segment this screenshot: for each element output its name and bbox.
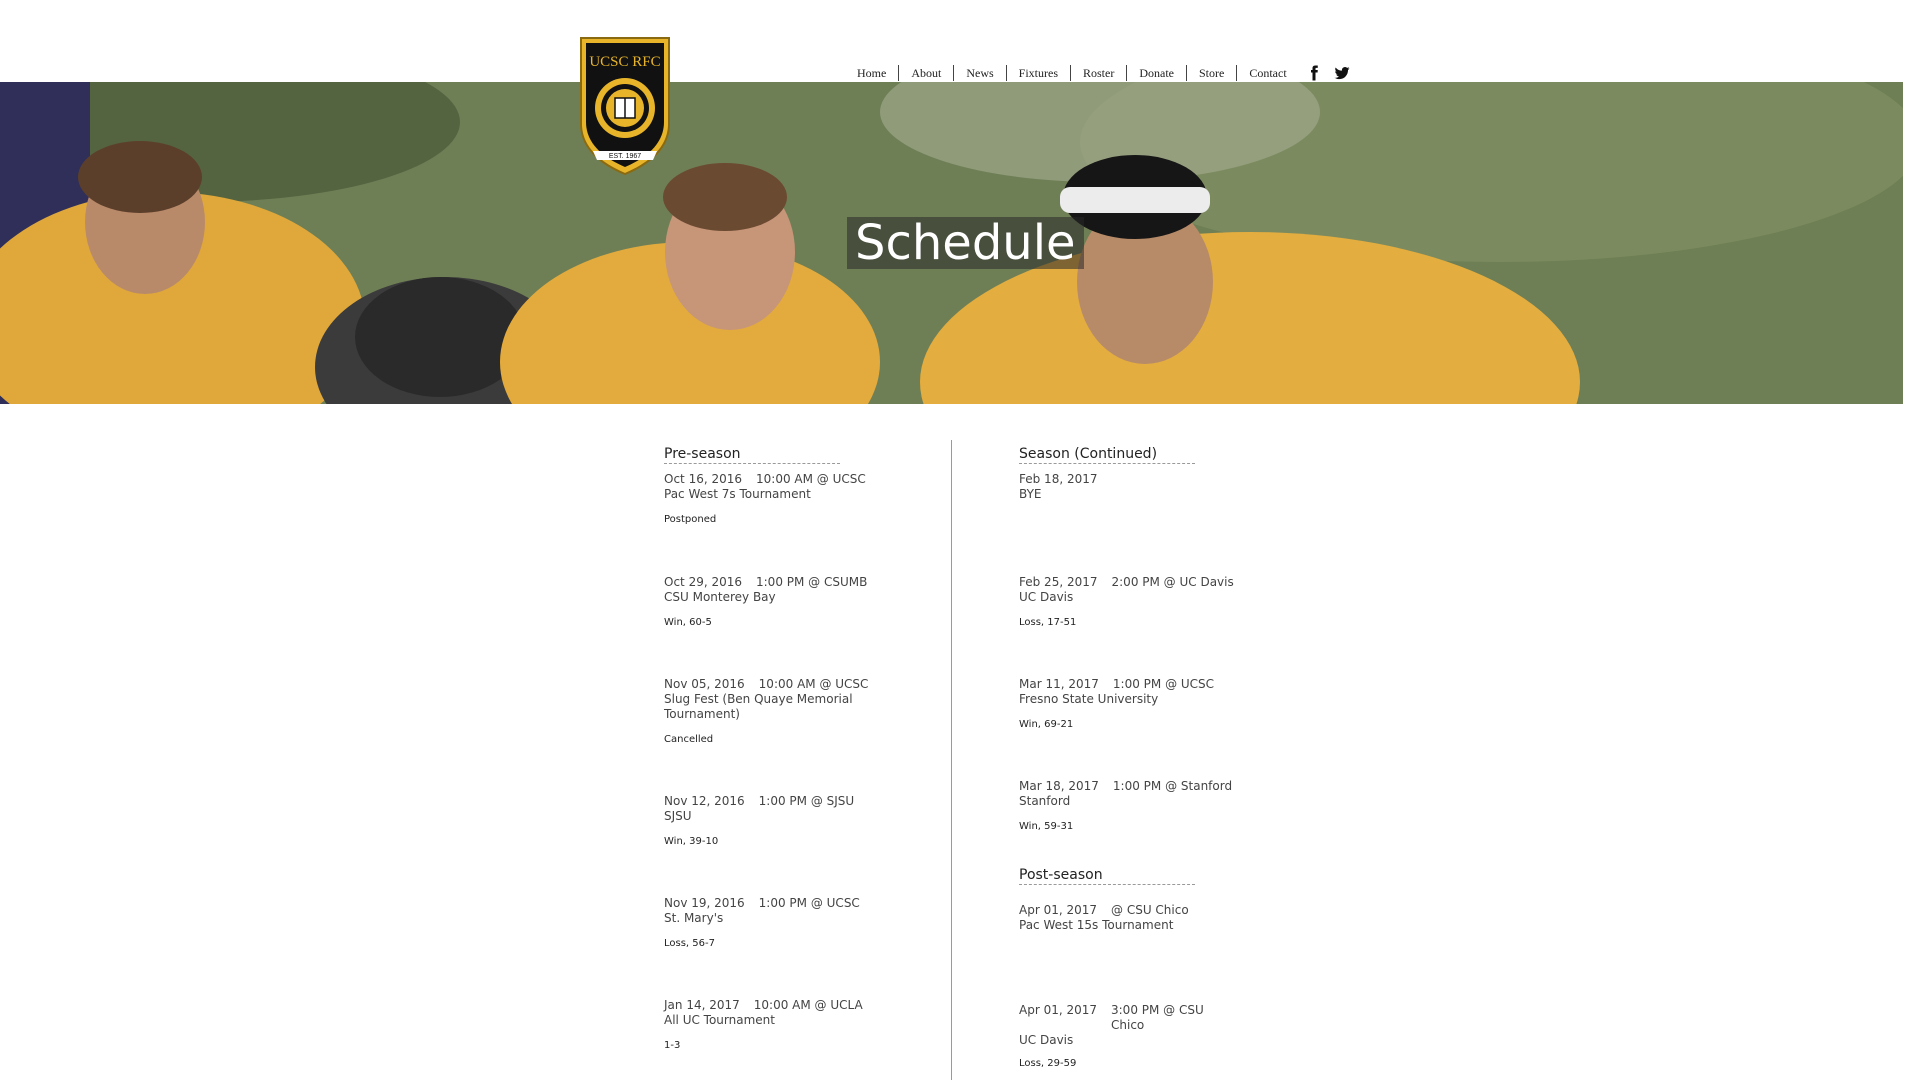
match-opponent: St. Mary's bbox=[664, 911, 724, 925]
nav-store[interactable]: Store bbox=[1187, 65, 1238, 81]
match-time-venue: 10:00 AM @ UCSC bbox=[758, 677, 869, 691]
site-header: Home About News Fixtures Roster Donate S… bbox=[0, 0, 1903, 82]
match-result: Win, 59-31 bbox=[1019, 821, 1074, 832]
match-opponent: Stanford bbox=[1019, 794, 1071, 808]
match-result: Win, 60-5 bbox=[664, 617, 712, 628]
match-opponent: All UC Tournament bbox=[664, 1013, 775, 1027]
match-result: 1-3 bbox=[664, 1040, 681, 1051]
match-time-venue: 10:00 AM @ UCLA bbox=[753, 998, 863, 1012]
match-opponent: Pac West 15s Tournament bbox=[1019, 918, 1174, 932]
match-opponent: Slug Fest (Ben Quaye Memorial Tournament… bbox=[664, 692, 853, 721]
match-time-venue: 1:00 PM @ Stanford bbox=[1112, 779, 1233, 793]
match-opponent: CSU Monterey Bay bbox=[664, 590, 776, 604]
page-title: Schedule bbox=[847, 217, 1084, 269]
match-time-venue: 1:00 PM @ SJSU bbox=[758, 794, 855, 808]
match-date: Nov 19, 2016 bbox=[664, 896, 745, 910]
nav-contact[interactable]: Contact bbox=[1237, 65, 1298, 81]
twitter-icon[interactable] bbox=[1333, 64, 1351, 82]
match-result: Win, 39-10 bbox=[664, 836, 719, 847]
club-crest-logo[interactable]: UCSC RFC EST. 1967 bbox=[579, 36, 671, 176]
match-time-venue: @ CSU Chico bbox=[1111, 903, 1189, 917]
match-date: Feb 25, 2017 bbox=[1019, 575, 1098, 589]
match-date: Apr 01, 2017 bbox=[1019, 1003, 1098, 1017]
match-result: Loss, 56-7 bbox=[664, 938, 715, 949]
match-date: Jan 14, 2017 bbox=[664, 998, 740, 1012]
crest-title: UCSC RFC bbox=[589, 54, 660, 70]
match-date: Mar 18, 2017 bbox=[1019, 779, 1099, 793]
match-time-venue: 10:00 AM @ UCSC bbox=[756, 472, 866, 486]
match-item: Oct 29, 2016 1:00 PM @ CSUMB CSU Monterey… bbox=[664, 575, 904, 677]
match-opponent: SJSU bbox=[664, 809, 692, 823]
match-item: Feb 18, 2017 BYE bbox=[1019, 472, 1259, 575]
match-result: Loss, 29-59 bbox=[1019, 1058, 1077, 1069]
match-result: Win, 69-21 bbox=[1019, 719, 1074, 730]
match-item: Jan 14, 2017 10:00 AM @ UCLA All UC Tourn… bbox=[664, 998, 904, 1053]
match-item: Nov 19, 2016 1:00 PM @ UCSC St. Mary's Lo… bbox=[664, 896, 904, 998]
match-item: Apr 01, 2017 @ CSU Chico Pac West 15s Tou… bbox=[1019, 903, 1259, 1003]
match-time-venue: 1:00 PM @ CSUMB bbox=[756, 575, 868, 589]
match-date: Nov 05, 2016 bbox=[664, 677, 745, 691]
nav-roster[interactable]: Roster bbox=[1071, 65, 1128, 81]
match-opponent: Fresno State University bbox=[1019, 692, 1159, 706]
match-item: Apr 01, 2017 3:00 PM @ CSU Chico UC Davis… bbox=[1019, 1003, 1259, 1071]
match-opponent: UC Davis bbox=[1019, 1033, 1074, 1047]
schedule-column-right: Season (Continued) Feb 18, 2017 BYE Feb … bbox=[1019, 446, 1259, 1071]
match-opponent: UC Davis bbox=[1019, 590, 1074, 604]
match-time-venue: 3:00 PM @ CSU Chico bbox=[1111, 1003, 1204, 1032]
match-date: Oct 29, 2016 bbox=[664, 575, 742, 589]
match-opponent: BYE bbox=[1019, 487, 1042, 501]
hero-banner: Schedule bbox=[0, 82, 1903, 404]
nav-news[interactable]: News bbox=[954, 65, 1007, 81]
facebook-icon[interactable] bbox=[1305, 64, 1323, 82]
match-date: Nov 12, 2016 bbox=[664, 794, 745, 808]
match-time-venue: 1:00 PM @ UCSC bbox=[758, 896, 860, 910]
section-heading-preseason: Pre-season bbox=[664, 446, 840, 464]
column-divider bbox=[951, 440, 952, 1080]
match-opponent: Pac West 7s Tournament bbox=[664, 487, 811, 501]
match-item: Mar 18, 2017 1:00 PM @ Stanford Stanford … bbox=[1019, 779, 1259, 867]
main-nav: Home About News Fixtures Roster Donate S… bbox=[845, 64, 1351, 82]
social-links bbox=[1305, 64, 1351, 82]
match-time-venue: 1:00 PM @ UCSC bbox=[1112, 677, 1215, 691]
section-heading-season-continued: Season (Continued) bbox=[1019, 446, 1195, 464]
section-heading-postseason: Post-season bbox=[1019, 867, 1195, 885]
match-result: Loss, 17-51 bbox=[1019, 617, 1077, 628]
nav-about[interactable]: About bbox=[899, 65, 955, 81]
match-result: Cancelled bbox=[664, 734, 714, 745]
nav-donate[interactable]: Donate bbox=[1127, 65, 1187, 81]
match-date: Feb 18, 2017 bbox=[1019, 472, 1098, 486]
match-date: Oct 16, 2016 bbox=[664, 472, 742, 486]
match-date: Apr 01, 2017 bbox=[1019, 903, 1098, 917]
match-date: Mar 11, 2017 bbox=[1019, 677, 1099, 691]
nav-home[interactable]: Home bbox=[845, 65, 900, 81]
match-item: Mar 11, 2017 1:00 PM @ UCSC Fresno State … bbox=[1019, 677, 1259, 779]
match-item: Feb 25, 2017 2:00 PM @ UC Davis UC Davis … bbox=[1019, 575, 1259, 677]
match-result: Postponed bbox=[664, 514, 717, 525]
match-item: Oct 16, 2016 10:00 AM @ UCSC Pac West 7s … bbox=[664, 472, 904, 575]
nav-fixtures[interactable]: Fixtures bbox=[1007, 65, 1071, 81]
crest-established: EST. 1967 bbox=[609, 153, 641, 160]
match-item: Nov 05, 2016 10:00 AM @ UCSC Slug Fest (B… bbox=[664, 677, 904, 794]
schedule-column-left: Pre-season Oct 16, 2016 10:00 AM @ UCSC P… bbox=[664, 446, 904, 1053]
match-time-venue: 2:00 PM @ UC Davis bbox=[1111, 575, 1234, 589]
match-item: Nov 12, 2016 1:00 PM @ SJSU SJSU Win, 39-… bbox=[664, 794, 904, 896]
